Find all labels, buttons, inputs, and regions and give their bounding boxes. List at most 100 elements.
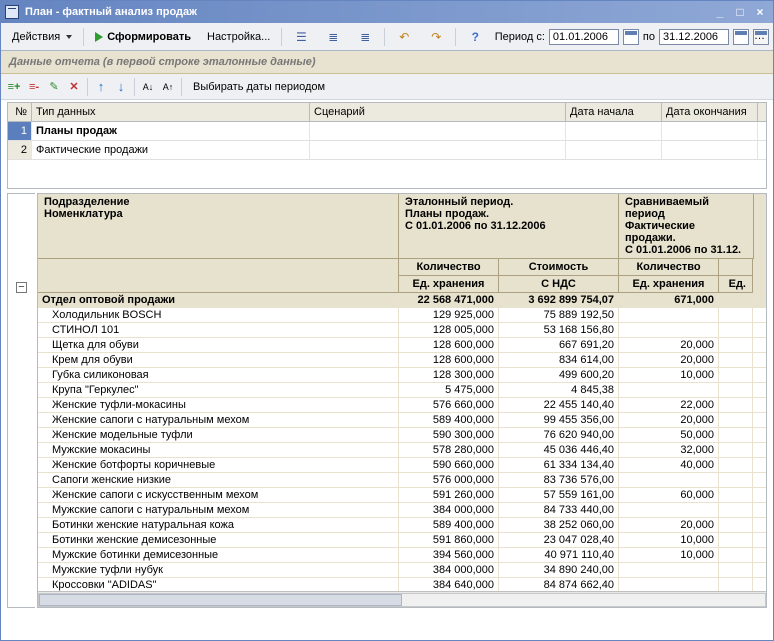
actions-menu[interactable]: Действия <box>5 27 79 47</box>
report-row[interactable]: Мужские мокасины578 280,00045 036 446,40… <box>38 443 766 458</box>
minimize-button[interactable]: _ <box>711 4 729 20</box>
col-start[interactable]: Дата начала <box>566 103 662 121</box>
cell-ext <box>719 488 753 502</box>
report-row[interactable]: Женские сапоги с натуральным мехом589 40… <box>38 413 766 428</box>
close-button[interactable]: × <box>751 4 769 20</box>
separator <box>384 28 385 46</box>
cell-cost: 22 455 140,40 <box>499 398 619 412</box>
help-button[interactable]: ? <box>460 25 490 49</box>
cell-qty: 576 660,000 <box>399 398 499 412</box>
move-down-button[interactable]: ↓ <box>112 78 130 96</box>
cell-cost: 99 455 356,00 <box>499 413 619 427</box>
table-row[interactable]: 2Фактические продажи <box>8 141 766 160</box>
cell-end <box>662 141 758 159</box>
hdr-l2: Номенклатура <box>44 208 392 220</box>
report-row[interactable]: Ботинки женские натуральная кожа589 400,… <box>38 518 766 533</box>
toolbar-icon-3[interactable]: ≣ <box>350 25 380 49</box>
add-row-button[interactable]: ≡+ <box>5 78 23 96</box>
cell-qty: 591 860,000 <box>399 533 499 547</box>
settings-label: Настройка... <box>207 31 270 43</box>
period-select-icon[interactable]: … <box>753 29 769 45</box>
edit-row-button[interactable]: ✎ <box>45 78 63 96</box>
report-row[interactable]: Сапоги женские низкие576 000,00083 736 5… <box>38 473 766 488</box>
cell-name: Кроссовки "ADIDAS" <box>38 578 399 591</box>
cell-qty: 384 000,000 <box>399 563 499 577</box>
cell-ext <box>719 428 753 442</box>
report-row[interactable]: Кроссовки "ADIDAS"384 640,00084 874 662,… <box>38 578 766 591</box>
sort-desc-button[interactable]: A↑ <box>159 78 177 96</box>
cell-name: Женские сапоги с натуральным мехом <box>38 413 399 427</box>
report-row[interactable]: Женские ботфорты коричневые590 660,00061… <box>38 458 766 473</box>
report-row[interactable]: Мужские сапоги с натуральным мехом384 00… <box>38 503 766 518</box>
header-period1: Эталонный период. Планы продаж. С 01.01.… <box>399 194 619 259</box>
report-row[interactable]: Холодильник BOSCH129 925,00075 889 192,5… <box>38 308 766 323</box>
maximize-button[interactable]: □ <box>731 4 749 20</box>
settings-button[interactable]: Настройка... <box>200 27 277 47</box>
cell-qty2: 50,000 <box>619 428 719 442</box>
cell-name: Отдел оптовой продажи <box>38 293 399 307</box>
report-area: − Подразделение Номенклатура Эталонный п… <box>7 193 767 608</box>
cell-ext <box>719 503 753 517</box>
toolbar-icon-5[interactable]: ↷ <box>421 25 451 49</box>
cell-ext <box>719 368 753 382</box>
move-up-button[interactable]: ↑ <box>92 78 110 96</box>
report-row[interactable]: Губка силиконовая128 300,000499 600,2010… <box>38 368 766 383</box>
report-row[interactable]: Мужские ботинки демисезонные394 560,0004… <box>38 548 766 563</box>
report-row[interactable]: Крупа "Геркулес"5 475,0004 845,38 <box>38 383 766 398</box>
delete-row-button[interactable]: ≡- <box>25 78 43 96</box>
col-type[interactable]: Тип данных <box>32 103 310 121</box>
h-scrollbar[interactable] <box>38 591 766 607</box>
cell-qty: 5 475,000 <box>399 383 499 397</box>
cell-qty2 <box>619 563 719 577</box>
cell-cost: 4 845,38 <box>499 383 619 397</box>
p2-l3: С 01.01.2006 по 31.12. <box>625 244 747 256</box>
cell-qty2 <box>619 503 719 517</box>
cell-name: Ботинки женские натуральная кожа <box>38 518 399 532</box>
toolbar-icon-2[interactable]: ≣ <box>318 25 348 49</box>
report-row[interactable]: Женские модельные туфли590 300,00076 620… <box>38 428 766 443</box>
actions-label: Действия <box>12 31 60 43</box>
tree-gutter: − <box>7 193 35 608</box>
cell-cost: 83 736 576,00 <box>499 473 619 487</box>
delete-button[interactable]: ✕ <box>65 78 83 96</box>
period-from-input[interactable] <box>549 29 619 45</box>
toolbar-icon-4[interactable]: ↶ <box>389 25 419 49</box>
cell-qty: 128 600,000 <box>399 338 499 352</box>
form-button[interactable]: Сформировать <box>88 27 198 47</box>
table-row[interactable]: 1Планы продаж <box>8 122 766 141</box>
col-end[interactable]: Дата окончания <box>662 103 758 121</box>
period-to-input[interactable] <box>659 29 729 45</box>
header-nomenclature: Подразделение Номенклатура <box>38 194 399 259</box>
report-row[interactable]: Мужские туфли нубук384 000,00034 890 240… <box>38 563 766 578</box>
report-row[interactable]: Отдел оптовой продажи22 568 471,0003 692… <box>38 293 766 308</box>
cell-qty2 <box>619 308 719 322</box>
app-icon <box>5 5 19 19</box>
sort-asc-icon: A↓ <box>143 82 154 92</box>
cell-cost: 834 614,00 <box>499 353 619 367</box>
col-scenario[interactable]: Сценарий <box>310 103 566 121</box>
calendar-icon[interactable] <box>733 29 749 45</box>
cell-name: Женские модельные туфли <box>38 428 399 442</box>
form-label: Сформировать <box>107 31 191 43</box>
report-body[interactable]: Отдел оптовой продажи22 568 471,0003 692… <box>38 293 766 591</box>
report-row[interactable]: СТИНОЛ 101128 005,00053 168 156,80 <box>38 323 766 338</box>
sort-asc-button[interactable]: A↓ <box>139 78 157 96</box>
select-dates-button[interactable]: Выбирать даты периодом <box>186 77 332 97</box>
calendar-icon[interactable] <box>623 29 639 45</box>
cell-ext <box>719 473 753 487</box>
scroll-thumb[interactable] <box>39 594 402 606</box>
report-row[interactable]: Женские сапоги с искусственным мехом591 … <box>38 488 766 503</box>
cell-qty2 <box>619 578 719 591</box>
sort-desc-icon: A↑ <box>163 82 174 92</box>
report-row[interactable]: Крем для обуви128 600,000834 614,0020,00… <box>38 353 766 368</box>
cell-num: 1 <box>8 122 32 140</box>
plus-icon: ≡+ <box>8 81 21 93</box>
toolbar-icon-1[interactable]: ☰ <box>286 25 316 49</box>
report-row[interactable]: Ботинки женские демисезонные591 860,0002… <box>38 533 766 548</box>
col-num[interactable]: № <box>8 103 32 121</box>
report-row[interactable]: Щетка для обуви128 600,000667 691,2020,0… <box>38 338 766 353</box>
report-row[interactable]: Женские туфли-мокасины576 660,00022 455 … <box>38 398 766 413</box>
cell-name: Женские ботфорты коричневые <box>38 458 399 472</box>
cell-ext <box>719 323 753 337</box>
collapse-toggle[interactable]: − <box>16 282 27 293</box>
